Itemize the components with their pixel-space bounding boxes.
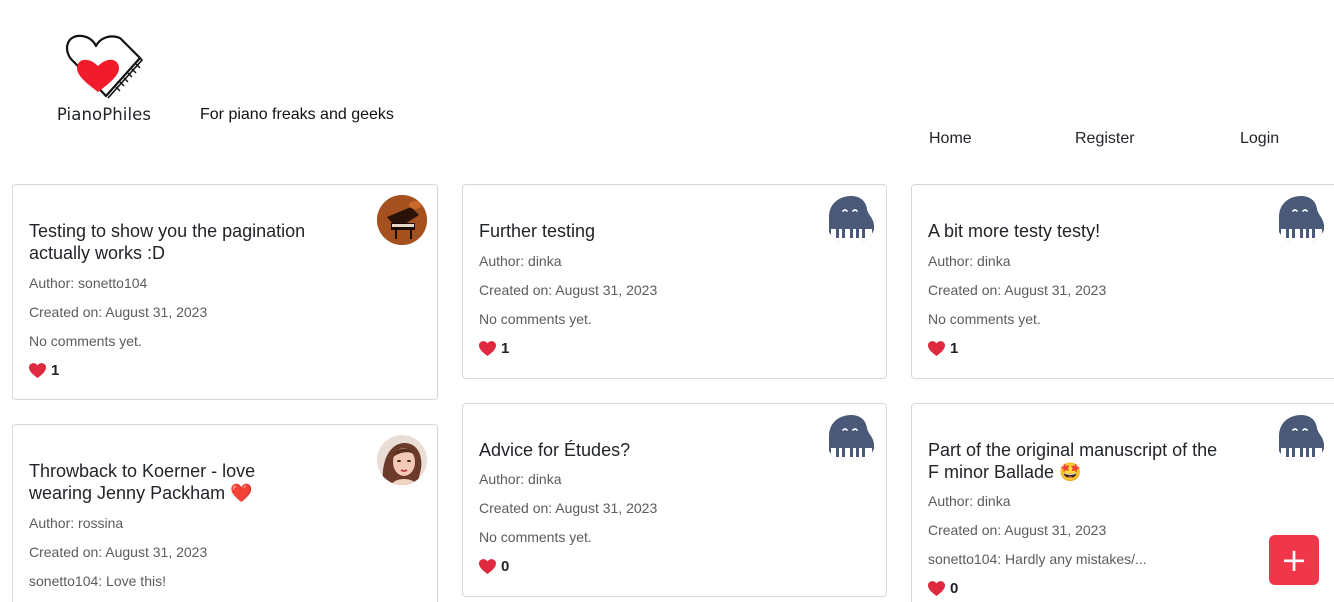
post-created-date: Created on: August 31, 2023 — [29, 304, 208, 320]
heart-icon — [479, 341, 496, 356]
heart-icon — [928, 581, 945, 596]
like-count: 0 — [501, 558, 510, 575]
post-author: Author: dinka — [479, 471, 562, 487]
post-author: Author: rossina — [29, 515, 124, 531]
post-created-date: Created on: August 31, 2023 — [479, 500, 658, 516]
grand-piano-photo-icon — [377, 195, 427, 245]
tagline: For piano freaks and geeks — [200, 106, 394, 123]
post-card[interactable]: A bit more testy testy! Author: dinka Cr… — [911, 184, 1334, 379]
author-avatar[interactable] — [826, 195, 876, 245]
default-piano-avatar-icon — [1279, 196, 1324, 243]
like-button[interactable]: 1 — [29, 362, 59, 379]
page: PianoPhiles For piano freaks and geeks H… — [0, 0, 1334, 602]
post-card[interactable]: Throwback to Koerner - love wearing Jenn… — [12, 424, 438, 602]
post-comments: sonetto104: Hardly any mistakes/... — [928, 551, 1147, 567]
post-author: Author: dinka — [479, 253, 562, 269]
post-comments: No comments yet. — [479, 311, 592, 327]
default-piano-avatar-icon — [829, 196, 874, 243]
brand-logo[interactable]: PianoPhiles — [52, 32, 154, 126]
like-button[interactable]: 1 — [479, 340, 509, 357]
brand-name: PianoPhiles — [56, 105, 152, 124]
default-piano-avatar-icon — [829, 415, 874, 462]
post-card[interactable]: Advice for Études? Author: dinka Created… — [462, 403, 887, 597]
post-title[interactable]: Part of the original manuscript of the F… — [928, 439, 1228, 483]
author-avatar[interactable] — [1276, 195, 1326, 245]
post-comments: sonetto104: Love this! — [29, 573, 166, 589]
like-count: 1 — [51, 362, 60, 379]
author-avatar[interactable] — [377, 435, 427, 485]
post-author: Author: sonetto104 — [29, 275, 148, 291]
post-title[interactable]: Advice for Études? — [479, 439, 779, 461]
like-button[interactable]: 1 — [928, 340, 958, 357]
post-comments: No comments yet. — [29, 333, 142, 349]
post-title[interactable]: Throwback to Koerner - love wearing Jenn… — [29, 460, 279, 504]
like-button[interactable]: 0 — [479, 558, 509, 575]
post-created-date: Created on: August 31, 2023 — [479, 282, 658, 298]
like-button[interactable]: 0 — [928, 580, 958, 597]
piano-heart-logo-icon — [65, 34, 144, 99]
post-title[interactable]: Testing to show you the pagination actua… — [29, 220, 329, 264]
like-count: 0 — [950, 580, 959, 597]
post-title[interactable]: Further testing — [479, 220, 779, 242]
like-count: 1 — [501, 340, 510, 357]
post-comments: No comments yet. — [928, 311, 1041, 327]
post-card[interactable]: Further testing Author: dinka Created on… — [462, 184, 887, 379]
post-author: Author: dinka — [928, 253, 1011, 269]
post-created-date: Created on: August 31, 2023 — [29, 544, 208, 560]
default-piano-avatar-icon — [1279, 415, 1324, 462]
nav-register-link[interactable]: Register — [1075, 130, 1135, 148]
plus-icon: + — [1280, 541, 1308, 579]
nav-login-link[interactable]: Login — [1240, 130, 1279, 148]
post-created-date: Created on: August 31, 2023 — [928, 282, 1107, 298]
post-comments: No comments yet. — [479, 529, 592, 545]
like-count: 1 — [950, 340, 959, 357]
woman-portrait-photo-icon — [377, 435, 427, 485]
author-avatar[interactable] — [377, 195, 427, 245]
post-created-date: Created on: August 31, 2023 — [928, 522, 1107, 538]
heart-icon — [928, 341, 945, 356]
heart-icon — [29, 363, 46, 378]
nav-home-link[interactable]: Home — [929, 130, 972, 148]
author-avatar[interactable] — [826, 414, 876, 464]
post-title[interactable]: A bit more testy testy! — [928, 220, 1228, 242]
post-card[interactable]: Testing to show you the pagination actua… — [12, 184, 438, 400]
heart-icon — [479, 559, 496, 574]
post-author: Author: dinka — [928, 493, 1011, 509]
author-avatar[interactable] — [1276, 414, 1326, 464]
add-post-button[interactable]: + — [1269, 535, 1319, 585]
